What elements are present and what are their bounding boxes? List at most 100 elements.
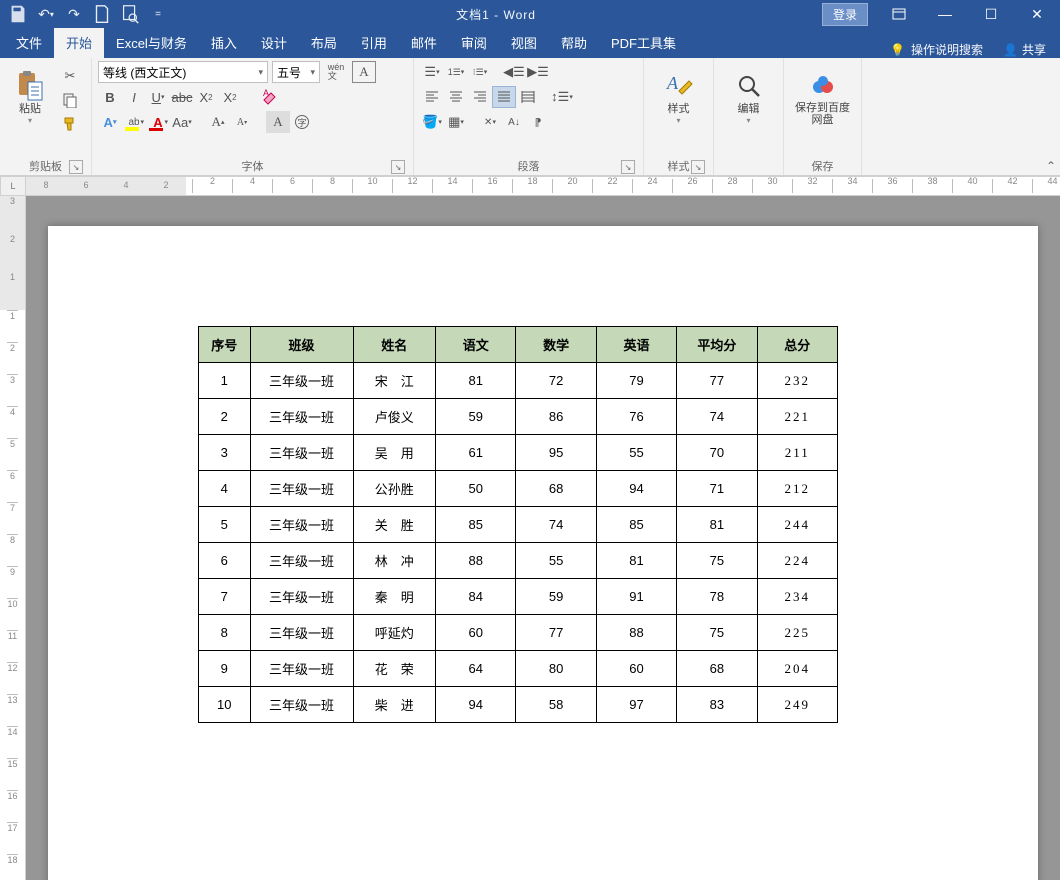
table-row[interactable]: 4三年级一班公孙胜50689471212 xyxy=(199,471,838,507)
tab-references[interactable]: 引用 xyxy=(349,28,399,58)
tab-insert[interactable]: 插入 xyxy=(199,28,249,58)
qat-undo-button[interactable]: ↶ ▾ xyxy=(34,2,58,26)
phonetic-guide-button[interactable]: wén文 xyxy=(324,61,348,83)
format-painter-button[interactable] xyxy=(58,113,82,135)
font-name-combo[interactable]: 等线 (西文正文) xyxy=(98,61,268,83)
qat-new-button[interactable] xyxy=(90,2,114,26)
borders-button[interactable]: ▦▾ xyxy=(444,111,468,133)
sort-button[interactable]: A↓ xyxy=(502,111,526,133)
tab-home[interactable]: 开始 xyxy=(54,28,104,58)
page[interactable]: 序号班级姓名语文数学英语平均分总分 1三年级一班宋 江817279772322三… xyxy=(48,226,1038,880)
styles-dialog-launcher[interactable]: ↘ xyxy=(691,160,705,174)
lightbulb-icon: 💡 xyxy=(890,43,905,57)
shrink-font-button[interactable]: A▾ xyxy=(230,111,254,133)
collapse-ribbon-button[interactable]: ⌃ xyxy=(1046,159,1056,173)
text-effects-button[interactable]: A ▾ xyxy=(98,111,122,133)
cut-button[interactable]: ✂ xyxy=(58,65,82,87)
shading-button[interactable]: 🪣▾ xyxy=(420,111,444,133)
tab-help[interactable]: 帮助 xyxy=(549,28,599,58)
multilevel-list-button[interactable]: ⁝☰▾ xyxy=(468,61,492,83)
paragraph-dialog-launcher[interactable]: ↘ xyxy=(621,160,635,174)
grow-font-button[interactable]: A▴ xyxy=(206,111,230,133)
table-row[interactable]: 3三年级一班吴 用61955570211 xyxy=(199,435,838,471)
font-size-combo[interactable]: 五号 xyxy=(272,61,320,83)
align-center-button[interactable] xyxy=(444,86,468,108)
group-styles: A 样式 ▾ 样式↘ xyxy=(644,58,714,175)
clear-formatting-button[interactable]: A xyxy=(258,86,282,108)
enclose-char-button[interactable]: 字 xyxy=(290,111,314,133)
qat-customize-button[interactable]: = xyxy=(146,2,170,26)
share-button[interactable]: 👤 共享 xyxy=(993,41,1056,58)
tab-excel-finance[interactable]: Excel与财务 xyxy=(104,28,199,58)
qat-save-button[interactable] xyxy=(6,2,30,26)
tab-view[interactable]: 视图 xyxy=(499,28,549,58)
bold-button[interactable]: B xyxy=(98,86,122,108)
share-label: 共享 xyxy=(1022,41,1046,58)
table-row[interactable]: 10三年级一班柴 进94589783249 xyxy=(199,687,838,723)
table-row[interactable]: 8三年级一班呼延灼60778875225 xyxy=(199,615,838,651)
tab-mailings[interactable]: 邮件 xyxy=(399,28,449,58)
tell-me-search[interactable]: 💡 操作说明搜索 xyxy=(880,41,993,58)
align-right-button[interactable] xyxy=(468,86,492,108)
font-color-button[interactable]: A▾ xyxy=(146,111,170,133)
align-left-button[interactable] xyxy=(420,86,444,108)
table-row[interactable]: 1三年级一班宋 江81727977232 xyxy=(199,363,838,399)
ruler-corner[interactable]: L xyxy=(0,176,26,196)
qat-preview-button[interactable] xyxy=(118,2,142,26)
table-row[interactable]: 5三年级一班关 胜85748581244 xyxy=(199,507,838,543)
underline-button[interactable]: U ▾ xyxy=(146,86,170,108)
copy-button[interactable] xyxy=(58,89,82,111)
increase-indent-button[interactable]: ▶☰ xyxy=(526,61,550,83)
close-button[interactable]: ✕ xyxy=(1014,0,1060,28)
subscript-button[interactable]: X2 xyxy=(194,86,218,108)
table-header-cell: 姓名 xyxy=(353,327,435,363)
distributed-button[interactable] xyxy=(516,86,540,108)
horizontal-ruler[interactable]: 8642 24681012141618202224262830323436384… xyxy=(26,176,1060,196)
strikethrough-button[interactable]: abc xyxy=(170,86,194,108)
score-table[interactable]: 序号班级姓名语文数学英语平均分总分 1三年级一班宋 江817279772322三… xyxy=(198,326,838,723)
vertical-ruler[interactable]: 321 123456789101112131415161718192021 xyxy=(0,196,26,880)
table-row[interactable]: 2三年级一班卢俊义59867674221 xyxy=(199,399,838,435)
highlight-button[interactable]: ab▾ xyxy=(122,111,146,133)
tab-design[interactable]: 设计 xyxy=(249,28,299,58)
decrease-indent-button[interactable]: ◀☰ xyxy=(502,61,526,83)
tab-pdf[interactable]: PDF工具集 xyxy=(599,28,688,58)
maximize-button[interactable]: ☐ xyxy=(968,0,1014,28)
table-row[interactable]: 7三年级一班秦 明84599178234 xyxy=(199,579,838,615)
minimize-button[interactable]: — xyxy=(922,0,968,28)
table-body: 1三年级一班宋 江817279772322三年级一班卢俊义59867674221… xyxy=(199,363,838,723)
numbering-icon: 1☰ xyxy=(448,67,461,78)
bullets-button[interactable]: ☰▾ xyxy=(420,61,444,83)
tab-file[interactable]: 文件 xyxy=(4,28,54,58)
table-header-cell: 数学 xyxy=(516,327,596,363)
table-row[interactable]: 9三年级一班花 荣64806068204 xyxy=(199,651,838,687)
group-clipboard: 粘贴 ▾ ✂ 剪贴板↘ xyxy=(0,58,92,175)
show-marks-button[interactable]: ⁋ xyxy=(526,111,550,133)
char-shading-button[interactable]: A xyxy=(266,111,290,133)
char-border-button[interactable]: A xyxy=(352,61,376,83)
document-area[interactable]: 序号班级姓名语文数学英语平均分总分 1三年级一班宋 江817279772322三… xyxy=(26,196,1060,880)
paste-button[interactable]: 粘贴 ▾ xyxy=(6,61,54,133)
table-row[interactable]: 6三年级一班林 冲88558175224 xyxy=(199,543,838,579)
qat-redo-button[interactable]: ↷ xyxy=(62,2,86,26)
italic-button[interactable]: I xyxy=(122,86,146,108)
change-case-button[interactable]: Aa ▾ xyxy=(170,111,194,133)
line-spacing-button[interactable]: ↕☰▾ xyxy=(550,86,574,108)
superscript-button[interactable]: X2 xyxy=(218,86,242,108)
phonetic-icon: wén文 xyxy=(328,63,345,81)
login-button[interactable]: 登录 xyxy=(822,3,868,26)
font-dialog-launcher[interactable]: ↘ xyxy=(391,160,405,174)
tab-layout[interactable]: 布局 xyxy=(299,28,349,58)
svg-text:A: A xyxy=(666,73,679,93)
numbering-button[interactable]: 1☰▾ xyxy=(444,61,468,83)
align-justify-button[interactable] xyxy=(492,86,516,108)
save-cloud-button[interactable]: 保存到百度网盘 xyxy=(791,61,855,133)
align-center-icon xyxy=(449,90,463,104)
ribbon-display-button[interactable] xyxy=(876,0,922,28)
tab-review[interactable]: 审阅 xyxy=(449,28,499,58)
asian-layout-button[interactable]: ✕▾ xyxy=(478,111,502,133)
editing-button[interactable]: 编辑 ▾ xyxy=(725,61,773,133)
paint-bucket-icon: 🪣 xyxy=(422,114,438,130)
styles-button[interactable]: A 样式 ▾ xyxy=(655,61,703,133)
clipboard-dialog-launcher[interactable]: ↘ xyxy=(69,160,83,174)
